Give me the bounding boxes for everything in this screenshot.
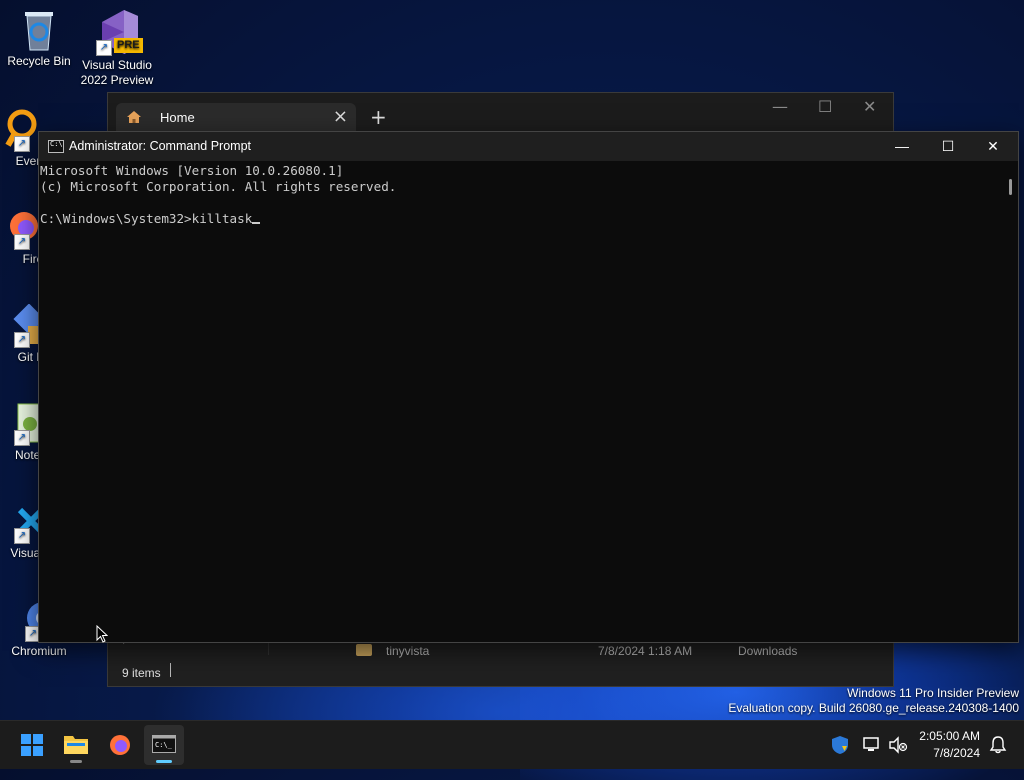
cmd-console-output[interactable]: Microsoft Windows [Version 10.0.26080.1]… xyxy=(39,161,1002,642)
cmd-icon: C:\ xyxy=(48,140,64,153)
file-date: 7/8/2024 1:18 AM xyxy=(598,644,693,658)
console-prompt-line[interactable]: C:\Windows\System32>killtask xyxy=(40,211,1002,227)
console-line: (c) Microsoft Corporation. All rights re… xyxy=(40,179,397,194)
watermark-build: Evaluation copy. Build 26080.ge_release.… xyxy=(728,701,1019,715)
git-bash-icon: ↗ xyxy=(0,303,45,348)
terminal-icon: C:\_ xyxy=(152,735,176,753)
desktop-icon-label: Visual Studio 2022 Preview xyxy=(80,58,154,87)
windows-logo-icon xyxy=(21,734,43,756)
firefox-icon xyxy=(110,735,130,755)
svg-text:C:\_: C:\_ xyxy=(155,741,173,749)
recycle-bin-icon xyxy=(19,8,59,52)
watermark-edition: Windows 11 Pro Insider Preview xyxy=(847,686,1019,700)
file-location: Downloads xyxy=(738,644,798,658)
start-button[interactable] xyxy=(12,725,52,765)
cmd-window-title: Administrator: Command Prompt xyxy=(69,139,252,153)
scrollbar-thumb[interactable] xyxy=(1009,179,1012,195)
desktop-icon-label: Recycle Bin xyxy=(7,54,71,68)
new-tab-button[interactable]: + xyxy=(370,105,387,129)
cmd-titlebar[interactable]: C:\ Administrator: Command Prompt — ☐ ✕ xyxy=(39,132,1018,161)
file-list-row[interactable]: tinyvista 7/8/2024 1:18 AM Downloads xyxy=(108,641,893,661)
explorer-status-bar: 9 items xyxy=(108,660,893,686)
everything-icon: ↗ xyxy=(0,108,38,152)
cmd-scrollbar[interactable] xyxy=(1002,161,1018,642)
volume-muted-icon[interactable] xyxy=(888,735,908,755)
pre-badge: PRE xyxy=(114,38,143,53)
explorer-maximize-button[interactable]: ☐ xyxy=(818,97,832,116)
shortcut-arrow-icon: ↗ xyxy=(14,430,30,446)
shortcut-arrow-icon: ↗ xyxy=(14,528,30,544)
console-line: Microsoft Windows [Version 10.0.26080.1] xyxy=(40,163,344,178)
network-status-icon[interactable] xyxy=(862,735,882,755)
windows-watermark: Windows 11 Pro Insider Preview Evaluatio… xyxy=(728,686,1019,716)
shortcut-arrow-icon: ↗ xyxy=(96,40,112,56)
taskbar-file-explorer[interactable] xyxy=(56,725,96,765)
clock-time: 2:05:00 AM xyxy=(919,729,980,743)
desktop-icon-label: Chromium xyxy=(11,644,67,658)
security-shield-icon[interactable] xyxy=(830,735,850,755)
shortcut-arrow-icon: ↗ xyxy=(14,136,30,152)
mouse-pointer-icon xyxy=(96,625,108,643)
folder-icon xyxy=(64,736,88,754)
system-clock[interactable]: 2:05:00 AM 7/8/2024 xyxy=(919,728,980,762)
close-tab-icon[interactable]: × xyxy=(333,106,348,127)
notepad-plus-plus-icon: ↗ xyxy=(0,402,41,446)
console-prompt-input: C:\Windows\System32>killtask xyxy=(40,211,253,226)
file-name: tinyvista xyxy=(386,644,430,658)
desktop-icon-recycle-bin[interactable]: Recycle Bin xyxy=(1,8,77,69)
active-indicator xyxy=(156,760,172,763)
notification-bell-icon[interactable] xyxy=(988,735,1008,755)
cmd-minimize-button[interactable]: — xyxy=(879,132,925,161)
explorer-minimize-button[interactable]: — xyxy=(772,97,788,116)
folder-icon xyxy=(356,644,372,656)
item-count: 9 items xyxy=(122,666,161,680)
taskbar-command-prompt[interactable]: C:\_ xyxy=(144,725,184,765)
visual-studio-icon: PRE ↗ xyxy=(92,8,143,56)
explorer-close-button[interactable]: ✕ xyxy=(863,97,876,116)
command-prompt-window[interactable]: C:\ Administrator: Command Prompt — ☐ ✕ … xyxy=(38,131,1019,643)
text-cursor xyxy=(252,222,261,224)
home-icon xyxy=(127,111,141,123)
cmd-maximize-button[interactable]: ☐ xyxy=(925,132,971,161)
shortcut-arrow-icon: ↗ xyxy=(14,234,30,250)
firefox-icon: ↗ xyxy=(0,206,38,250)
status-divider xyxy=(170,663,171,677)
shortcut-arrow-icon: ↗ xyxy=(14,332,30,348)
vscode-icon: ↗ xyxy=(0,500,45,544)
explorer-tab-home[interactable]: Home × xyxy=(116,103,356,133)
taskbar: C:\_ 2:05:00 AM 7/8/2024 xyxy=(0,720,1024,769)
cmd-close-button[interactable]: ✕ xyxy=(970,132,1016,161)
clock-date: 7/8/2024 xyxy=(933,746,980,760)
explorer-tab-label: Home xyxy=(160,110,195,125)
desktop-icon-visual-studio-preview[interactable]: PRE ↗ Visual Studio 2022 Preview xyxy=(79,8,155,88)
running-indicator xyxy=(70,760,82,763)
taskbar-firefox[interactable] xyxy=(100,725,140,765)
